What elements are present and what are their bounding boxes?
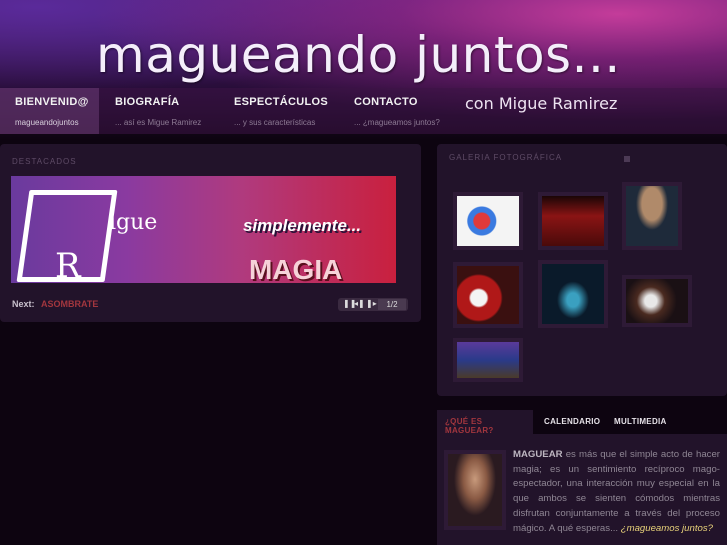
gallery-thumb[interactable] xyxy=(622,275,692,327)
nav-sublabel: ... así es Migue Ramirez xyxy=(115,118,202,127)
featured-banner[interactable]: igue R simplemente... MAGIA xyxy=(11,176,396,283)
gallery-title: GALERIA FOTOGRÁFICA xyxy=(449,153,563,162)
nav-item-biografia[interactable]: BIOGRAFÍA ... así es Migue Ramirez xyxy=(100,88,218,134)
tab-multimedia[interactable]: MULTIMEDIA xyxy=(606,410,675,434)
nav-sublabel: ... y sus características xyxy=(234,118,316,127)
next-link[interactable]: ASOMBRATE xyxy=(41,299,98,309)
gallery-photo xyxy=(457,196,519,246)
gallery-photo xyxy=(457,266,519,324)
main-nav: BIENVENID@ magueandojuntos BIOGRAFÍA ...… xyxy=(0,88,727,134)
banner-slogan: simplemente... xyxy=(243,216,362,235)
nav-label: ESPECTÁCULOS xyxy=(234,96,329,108)
gallery-thumb[interactable] xyxy=(538,260,608,328)
nav-sublabel: ... ¿magueamos juntos? xyxy=(354,118,440,127)
about-body: es más que el simple acto de hacer magia… xyxy=(513,449,720,534)
nav-item-contacto[interactable]: CONTACTO ... ¿magueamos juntos? xyxy=(339,88,457,134)
tab-calendario[interactable]: CALENDARIO xyxy=(536,410,608,434)
banner-headline: MAGIA xyxy=(249,254,343,283)
site-title[interactable]: magueando juntos... xyxy=(96,26,621,84)
gallery-indicator-icon xyxy=(624,156,630,162)
slide-counter: 1/2 xyxy=(378,299,406,310)
gallery-thumb[interactable] xyxy=(453,262,523,328)
next-icon[interactable]: ❚▸ xyxy=(366,299,377,308)
about-link[interactable]: ¿magueamos juntos? xyxy=(621,523,713,534)
gallery-photo xyxy=(626,186,678,246)
next-label: Next: xyxy=(12,299,35,309)
gallery-photo xyxy=(626,279,688,323)
nav-label: BIENVENID@ xyxy=(15,96,89,108)
nav-label: CONTACTO xyxy=(354,96,418,108)
tab-que-es-maguear[interactable]: ¿QUÉ ES MAGUEAR? xyxy=(437,410,533,435)
avatar xyxy=(444,450,506,530)
slideshow-controls: ❚❚ ◂❚ ❚▸ 1/2 xyxy=(338,298,408,311)
nav-label: BIOGRAFÍA xyxy=(115,96,180,108)
gallery-thumb[interactable] xyxy=(622,182,682,250)
avatar-photo xyxy=(448,454,502,526)
info-tabs: ¿QUÉ ES MAGUEAR? CALENDARIO MULTIMEDIA xyxy=(437,410,727,435)
header: magueando juntos... BIENVENID@ magueando… xyxy=(0,0,727,140)
gallery-thumb[interactable] xyxy=(453,338,523,382)
tagline: con Migue Ramirez xyxy=(465,94,618,113)
gallery-thumb[interactable] xyxy=(453,192,523,250)
banner-name-bottom: R xyxy=(55,246,81,283)
gallery-photo xyxy=(542,196,604,246)
nav-item-espectaculos[interactable]: ESPECTÁCULOS ... y sus características xyxy=(219,88,337,134)
previous-icon[interactable]: ◂❚ xyxy=(354,299,365,308)
gallery-thumb[interactable] xyxy=(538,192,608,250)
about-lead: MAGUEAR xyxy=(513,449,563,460)
about-text: MAGUEAR es más que el simple acto de hac… xyxy=(513,448,720,536)
gallery-photo xyxy=(542,264,604,324)
nav-item-bienvenida[interactable]: BIENVENID@ magueandojuntos xyxy=(0,88,99,134)
banner-name-top: igue xyxy=(109,210,158,235)
nav-sublabel: magueandojuntos xyxy=(15,118,79,127)
gallery-photo xyxy=(457,342,519,378)
featured-title: DESTACADOS xyxy=(12,157,77,166)
